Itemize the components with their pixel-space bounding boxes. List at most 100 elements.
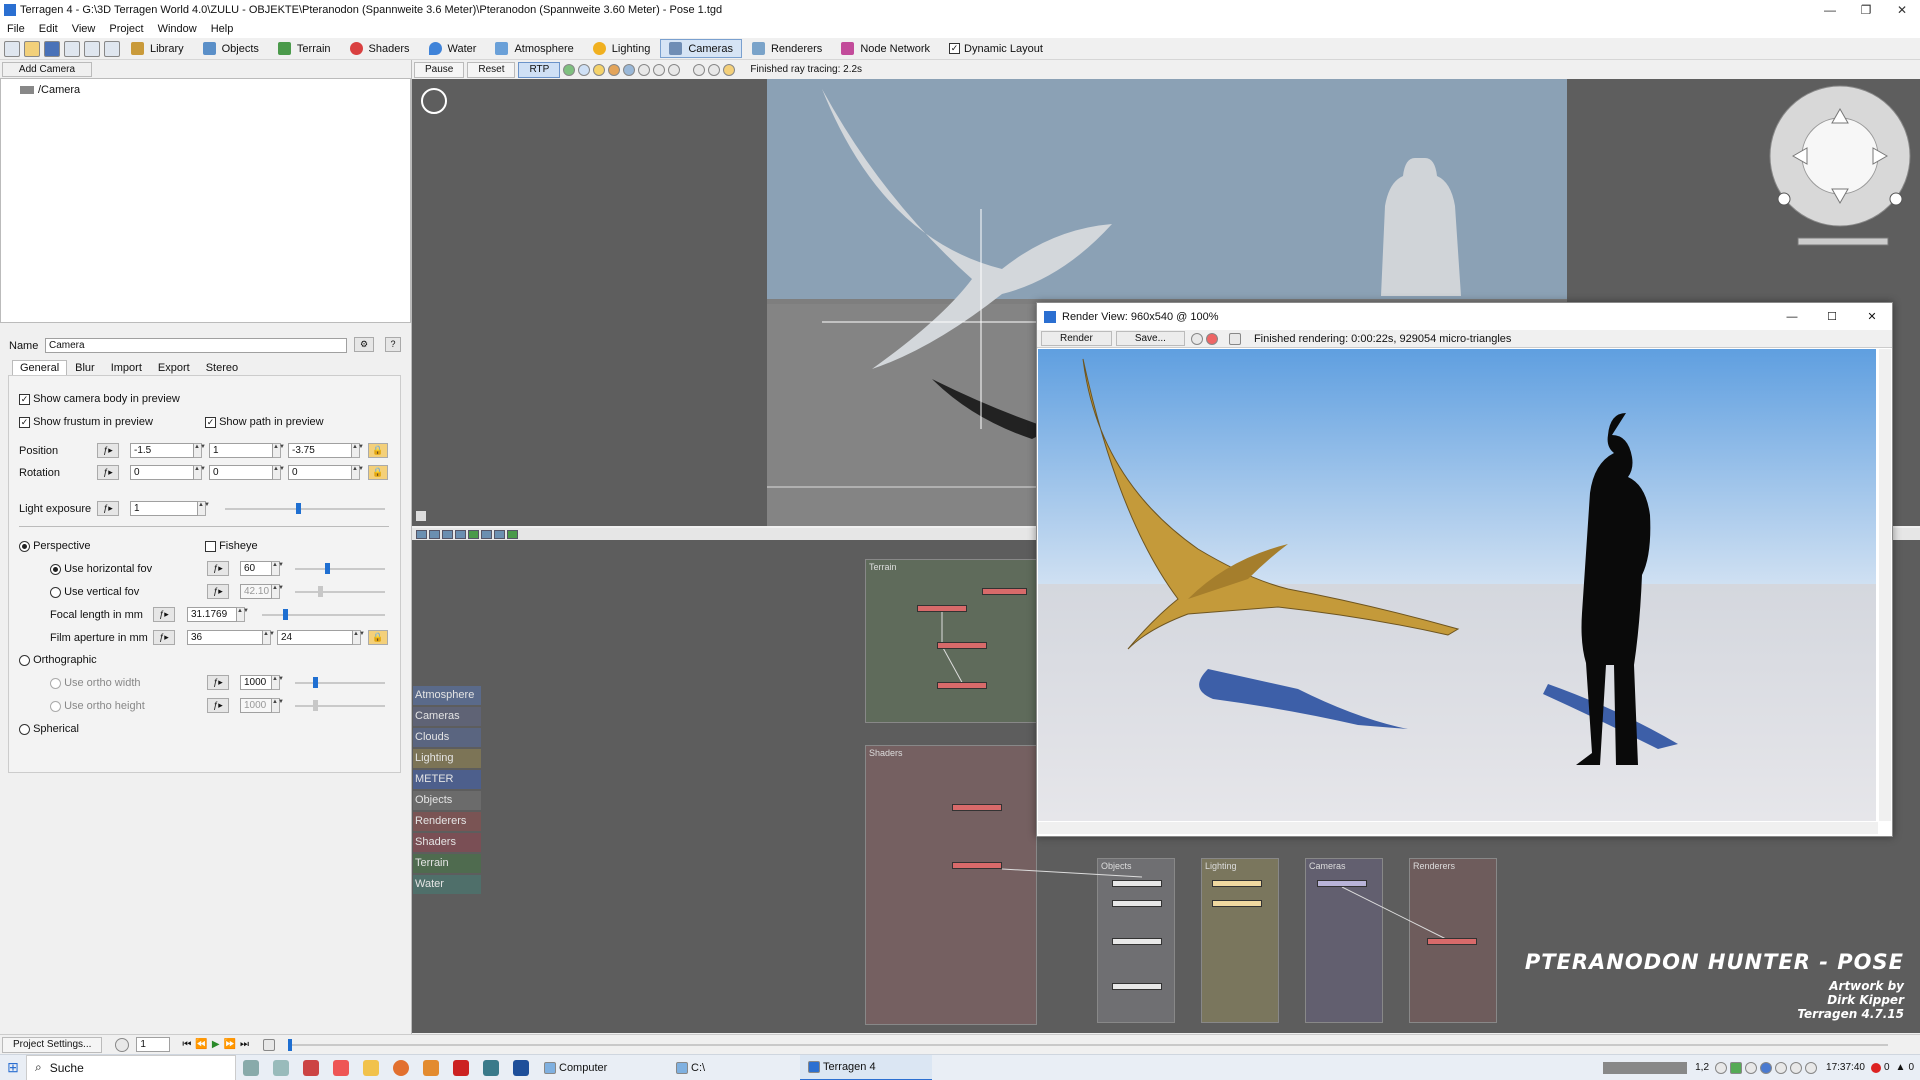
folder-icon[interactable] bbox=[363, 1059, 379, 1076]
taskbar-computer[interactable]: Computer bbox=[536, 1055, 668, 1080]
ortho-width-func-button[interactable]: ƒ▸ bbox=[207, 675, 229, 690]
tab-renderers[interactable]: Renderers bbox=[743, 39, 831, 58]
search-box[interactable]: ⌕ Suche bbox=[26, 1054, 236, 1080]
ortho-width-field[interactable]: 1000 bbox=[240, 675, 272, 690]
rotation-x-spinner[interactable]: ▲▼ bbox=[194, 465, 206, 480]
vfov-slider-thumb[interactable] bbox=[318, 586, 323, 597]
position-z-spinner[interactable]: ▲▼ bbox=[352, 443, 364, 458]
save-icon[interactable] bbox=[44, 40, 60, 57]
ortho-height-radio[interactable] bbox=[50, 700, 61, 712]
node-object-3[interactable] bbox=[1112, 938, 1162, 945]
node-tool-4-icon[interactable] bbox=[455, 529, 466, 539]
light-exposure-func-button[interactable]: ƒ▸ bbox=[97, 501, 119, 516]
tab-terrain[interactable]: Terrain bbox=[269, 39, 340, 58]
orthographic-option[interactable]: Orthographic bbox=[19, 654, 97, 666]
render-vertical-scrollbar[interactable] bbox=[1879, 349, 1891, 821]
keyframe-icon[interactable] bbox=[262, 1038, 275, 1051]
position-y-field[interactable]: 1 bbox=[209, 443, 273, 458]
tray-nvidia-icon[interactable] bbox=[1730, 1061, 1743, 1074]
show-path-checkbox[interactable]: ✓ bbox=[205, 416, 216, 428]
orthographic-radio[interactable] bbox=[19, 654, 30, 666]
undo-icon[interactable] bbox=[104, 40, 120, 57]
taskbar-app-5-icon[interactable] bbox=[453, 1059, 469, 1076]
taskbar-app-2-icon[interactable] bbox=[303, 1059, 319, 1076]
tab-cameras[interactable]: Cameras bbox=[660, 39, 742, 58]
node-compute-terrain[interactable] bbox=[937, 682, 987, 689]
node-simple-shape[interactable] bbox=[982, 588, 1027, 595]
tag-water[interactable]: Water bbox=[413, 875, 481, 894]
fisheye-checkbox[interactable] bbox=[205, 540, 216, 552]
rotation-y-field[interactable]: 0 bbox=[209, 465, 273, 480]
paste-icon[interactable] bbox=[84, 40, 100, 57]
rtp-button[interactable]: RTP bbox=[518, 61, 561, 78]
use-hfov-option[interactable]: Use horizontal fov bbox=[50, 563, 152, 575]
display-icon[interactable] bbox=[638, 63, 651, 76]
ortho-height-func-button[interactable]: ƒ▸ bbox=[207, 698, 229, 713]
tray-shield-icon[interactable] bbox=[1715, 1061, 1728, 1074]
taskbar-app-7-icon[interactable] bbox=[513, 1059, 529, 1076]
ortho-width-option[interactable]: Use ortho width bbox=[50, 677, 141, 689]
navigation-widget[interactable] bbox=[1769, 85, 1911, 246]
tag-shaders[interactable]: Shaders bbox=[413, 833, 481, 852]
taskbar-app-1-icon[interactable] bbox=[273, 1059, 289, 1076]
sun-icon[interactable] bbox=[593, 63, 606, 76]
node-renderer[interactable] bbox=[1427, 938, 1477, 945]
menu-project[interactable]: Project bbox=[102, 23, 150, 35]
node-view-icon[interactable] bbox=[481, 529, 492, 539]
show-frustum-row[interactable]: ✓ Show frustum in preview bbox=[19, 416, 153, 428]
magnify-icon[interactable] bbox=[1190, 332, 1203, 345]
render-button[interactable]: Render bbox=[1041, 331, 1112, 346]
hd-icon[interactable] bbox=[668, 63, 681, 76]
focal-length-field[interactable]: 31.1769 bbox=[187, 607, 237, 622]
render-close-button[interactable]: ✕ bbox=[1852, 310, 1892, 323]
light-exposure-slider-thumb[interactable] bbox=[296, 503, 301, 514]
network-meter[interactable] bbox=[1603, 1061, 1688, 1074]
zoom-icon[interactable] bbox=[708, 63, 721, 76]
tab-export[interactable]: Export bbox=[150, 360, 198, 376]
tab-blur[interactable]: Blur bbox=[67, 360, 103, 376]
copy-icon[interactable] bbox=[64, 40, 80, 57]
hfov-field[interactable]: 60 bbox=[240, 561, 272, 576]
hfov-slider-thumb[interactable] bbox=[325, 563, 330, 574]
light-exposure-field[interactable]: 1 bbox=[130, 501, 198, 516]
menu-window[interactable]: Window bbox=[151, 23, 204, 35]
ortho-height-slider[interactable] bbox=[295, 705, 385, 707]
position-x-field[interactable]: -1.5 bbox=[130, 443, 194, 458]
show-camera-body-row[interactable]: ✓ Show camera body in preview bbox=[19, 393, 180, 405]
node-tool-3-icon[interactable] bbox=[442, 529, 453, 539]
tag-atmosphere[interactable]: Atmosphere bbox=[413, 686, 481, 705]
gear-icon[interactable]: ⚙ bbox=[354, 337, 374, 352]
rotation-func-button[interactable]: ƒ▸ bbox=[97, 465, 119, 480]
ortho-height-spinner[interactable]: ▲▼ bbox=[272, 698, 284, 713]
tab-atmosphere[interactable]: Atmosphere bbox=[486, 39, 582, 58]
taskbar-app-6-icon[interactable] bbox=[483, 1059, 499, 1076]
tag-lighting[interactable]: Lighting bbox=[413, 749, 481, 768]
frame-field[interactable]: 1 bbox=[136, 1037, 171, 1052]
film-aperture-func-button[interactable]: ƒ▸ bbox=[153, 630, 175, 645]
timeline-slider[interactable] bbox=[287, 1038, 1888, 1051]
reset-button[interactable]: Reset bbox=[467, 61, 516, 78]
position-lock-icon[interactable]: 🔒 bbox=[368, 443, 388, 458]
marker-icon[interactable] bbox=[723, 63, 736, 76]
close-button[interactable]: ✕ bbox=[1884, 0, 1920, 20]
tab-stereo[interactable]: Stereo bbox=[198, 360, 246, 376]
rotation-z-field[interactable]: 0 bbox=[288, 465, 352, 480]
task-view-icon[interactable] bbox=[243, 1059, 259, 1076]
maximize-button[interactable]: ❐ bbox=[1848, 0, 1884, 20]
ortho-width-spinner[interactable]: ▲▼ bbox=[272, 675, 284, 690]
menu-edit[interactable]: Edit bbox=[32, 23, 65, 35]
tab-water[interactable]: Water bbox=[420, 39, 486, 58]
taskbar-app-3-icon[interactable] bbox=[333, 1059, 349, 1076]
tab-lighting[interactable]: Lighting bbox=[584, 39, 660, 58]
position-func-button[interactable]: ƒ▸ bbox=[97, 443, 119, 458]
rotation-y-spinner[interactable]: ▲▼ bbox=[273, 465, 285, 480]
vfov-spinner[interactable]: ▲▼ bbox=[272, 584, 284, 599]
ortho-height-slider-thumb[interactable] bbox=[313, 700, 318, 711]
tag-meter[interactable]: METER bbox=[413, 770, 481, 789]
ortho-height-option[interactable]: Use ortho height bbox=[50, 700, 145, 712]
cloud-icon[interactable] bbox=[578, 63, 591, 76]
film-aperture-width-field[interactable]: 36 bbox=[187, 630, 263, 645]
focal-length-slider-thumb[interactable] bbox=[283, 609, 288, 620]
notification-icon[interactable]: ▲ bbox=[1896, 1062, 1906, 1073]
ortho-width-slider[interactable] bbox=[295, 682, 385, 684]
